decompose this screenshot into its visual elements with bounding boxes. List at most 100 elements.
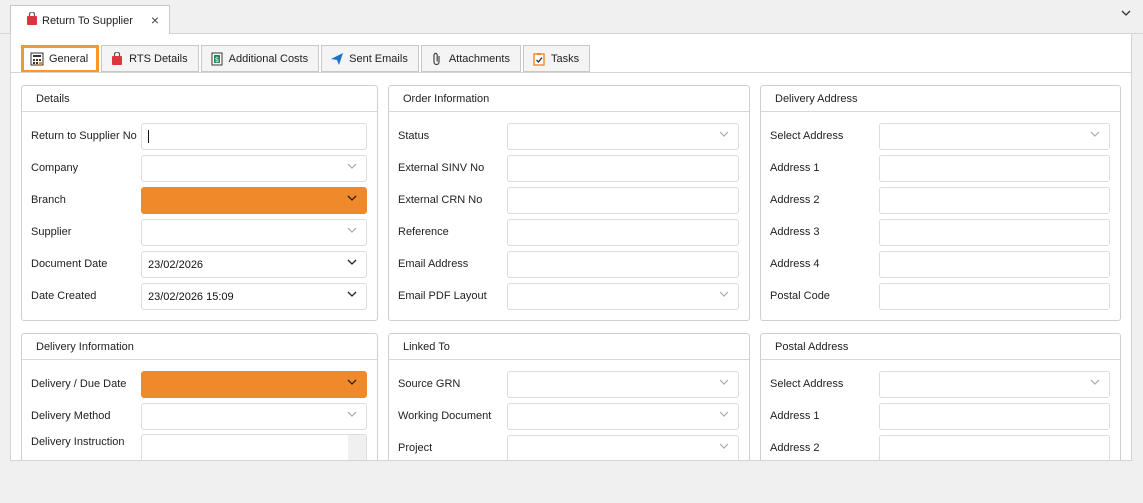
supplier-dropdown[interactable] (141, 219, 367, 246)
date-created-value: 23/02/2026 15:09 (148, 291, 234, 303)
chevron-down-icon (719, 378, 729, 389)
panel-title: Linked To (389, 334, 749, 360)
shopping-bag-icon (26, 11, 38, 29)
field-label: Reference (398, 226, 449, 238)
field-label: Address 1 (770, 410, 820, 422)
project-dropdown[interactable] (507, 435, 739, 462)
field-label: Branch (31, 194, 66, 206)
tab-label: Attachments (448, 52, 510, 65)
source-grn-dropdown[interactable] (507, 371, 739, 398)
field-label: Delivery / Due Date (31, 378, 127, 390)
tab-label: Tasks (550, 52, 580, 65)
tab-label: RTS Details (129, 52, 188, 65)
branch-dropdown[interactable] (141, 187, 367, 214)
tab-general[interactable]: General (21, 45, 100, 73)
shopping-bag-icon (110, 51, 124, 66)
field-label: Project (398, 442, 433, 454)
close-icon[interactable]: × (151, 12, 159, 28)
chevron-down-icon (347, 290, 357, 301)
form-bottom-edge (10, 460, 1132, 492)
return-no-input[interactable] (141, 123, 367, 150)
company-dropdown[interactable] (141, 155, 367, 182)
delivery-address-2-input[interactable] (879, 187, 1110, 214)
panel-title: Postal Address (761, 334, 1120, 360)
section-tabs: General RTS Details $ Additional Costs S… (21, 45, 592, 73)
delivery-address-1-input[interactable] (879, 155, 1110, 182)
chevron-down-icon (347, 378, 357, 389)
field-label: Postal Code (770, 290, 830, 302)
delivery-information-panel: Delivery Information Delivery / Due Date… (21, 333, 378, 473)
document-tab-title: Return To Supplier (42, 14, 133, 27)
chevron-down-icon (347, 410, 357, 421)
field-label: Select Address (770, 130, 844, 142)
field-label: Address 2 (770, 442, 820, 454)
svg-text:$: $ (214, 56, 218, 64)
field-label: Document Date (31, 258, 108, 270)
field-label: Working Document (398, 410, 492, 422)
tab-attachments[interactable]: Attachments (420, 45, 521, 72)
field-label: Address 1 (770, 162, 820, 174)
field-label: Return to Supplier No (31, 130, 137, 142)
date-created-picker[interactable]: 23/02/2026 15:09 (141, 283, 367, 310)
order-information-panel: Order Information Status External SINV N… (388, 85, 750, 321)
calculator-icon (30, 52, 44, 66)
field-label: Address 2 (770, 194, 820, 206)
chevron-down-icon (1090, 378, 1100, 389)
status-dropdown[interactable] (507, 123, 739, 150)
chevron-down-icon[interactable] (1121, 8, 1131, 20)
working-document-dropdown[interactable] (507, 403, 739, 430)
delivery-address-4-input[interactable] (879, 251, 1110, 278)
paper-plane-icon (330, 52, 344, 66)
linked-to-panel: Linked To Source GRN Working Document Pr… (388, 333, 750, 473)
document-date-picker[interactable]: 23/02/2026 (141, 251, 367, 278)
chevron-down-icon (719, 130, 729, 141)
tab-additional-costs[interactable]: $ Additional Costs (200, 45, 320, 72)
field-label: Status (398, 130, 430, 142)
tab-sent-emails[interactable]: Sent Emails (321, 45, 419, 72)
panel-title: Delivery Information (22, 334, 377, 360)
panel-title: Details (22, 86, 377, 112)
delivery-postal-code-input[interactable] (879, 283, 1110, 310)
chevron-down-icon (719, 290, 729, 301)
tab-label: General (49, 53, 89, 65)
delivery-method-dropdown[interactable] (141, 403, 367, 430)
delivery-due-date-picker[interactable] (141, 371, 367, 398)
field-label: Email Address (398, 258, 469, 270)
external-sinv-input[interactable] (507, 155, 739, 182)
email-address-input[interactable] (507, 251, 739, 278)
field-label: Delivery Instruction (31, 436, 125, 448)
postal-address-panel: Postal Address Select Address Address 1 … (760, 333, 1121, 473)
tab-label: Sent Emails (349, 52, 408, 65)
tab-tasks[interactable]: Tasks (522, 45, 591, 72)
tab-label: Additional Costs (228, 52, 309, 65)
field-label: Supplier (31, 226, 72, 238)
external-crn-input[interactable] (507, 187, 739, 214)
chevron-down-icon (347, 226, 357, 237)
details-panel: Details Return to Supplier No Company Br… (21, 85, 378, 321)
postal-address-2-input[interactable] (879, 435, 1110, 462)
field-label: Email PDF Layout (398, 290, 487, 302)
document-tab-bar: Return To Supplier × (0, 0, 1143, 35)
tab-rts-details[interactable]: RTS Details (101, 45, 199, 72)
document-date-value: 23/02/2026 (148, 259, 204, 271)
delivery-address-3-input[interactable] (879, 219, 1110, 246)
field-label: Delivery Method (31, 410, 111, 422)
chevron-down-icon (719, 442, 729, 453)
field-label: Address 3 (770, 226, 820, 238)
clipboard-check-icon (532, 52, 546, 66)
tab-divider (10, 72, 1132, 73)
paperclip-icon (430, 52, 444, 66)
postal-select-address-dropdown[interactable] (879, 371, 1110, 398)
chevron-down-icon (347, 258, 357, 269)
panel-title: Delivery Address (761, 86, 1120, 112)
chevron-down-icon (347, 162, 357, 173)
email-pdf-layout-dropdown[interactable] (507, 283, 739, 310)
reference-input[interactable] (507, 219, 739, 246)
delivery-address-panel: Delivery Address Select Address Address … (760, 85, 1121, 321)
document-tab[interactable]: Return To Supplier × (10, 5, 170, 35)
field-label: Company (31, 162, 79, 174)
field-label: Source GRN (398, 378, 461, 390)
field-label: Date Created (31, 290, 97, 302)
postal-address-1-input[interactable] (879, 403, 1110, 430)
delivery-select-address-dropdown[interactable] (879, 123, 1110, 150)
